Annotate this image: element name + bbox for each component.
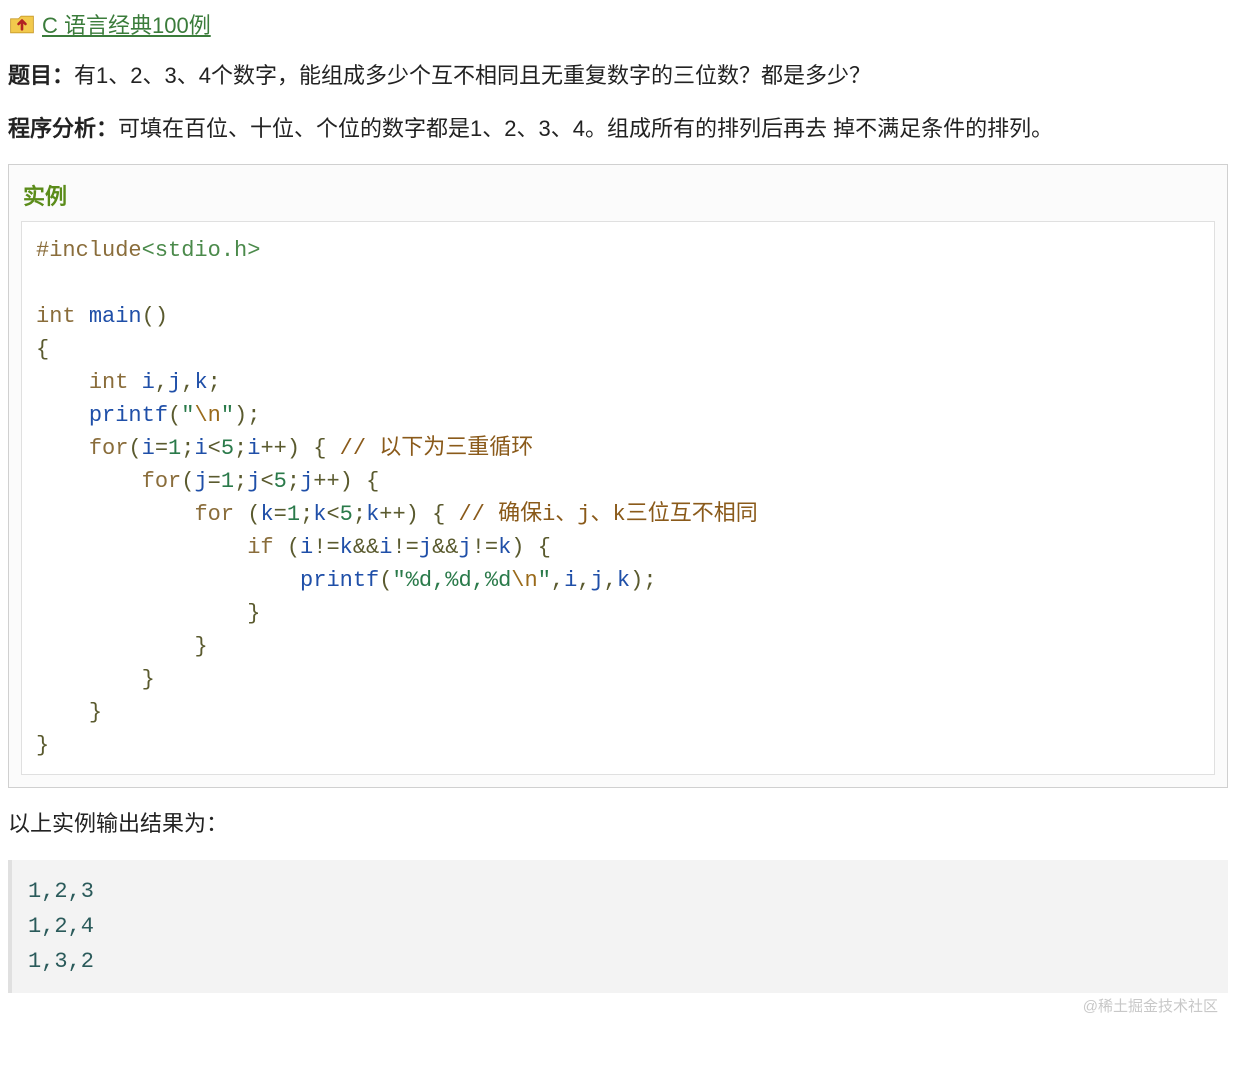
var-i: i — [247, 436, 260, 461]
analysis-text: 可填在百位、十位、个位的数字都是1、2、3、4。组成所有的排列后再去 掉不满足条… — [118, 116, 1053, 141]
str-close: " — [221, 403, 234, 428]
var-k: k — [498, 535, 511, 560]
tok-include: #include — [36, 238, 142, 263]
num-5: 5 — [274, 469, 287, 494]
var-k: k — [617, 568, 630, 593]
tok-printf: printf — [89, 403, 168, 428]
str-fmt-open: "%d,%d,%d — [392, 568, 511, 593]
tok-header: <stdio.h> — [142, 238, 261, 263]
analysis-section: 程序分析：可填在百位、十位、个位的数字都是1、2、3、4。组成所有的排列后再去 … — [8, 111, 1228, 146]
nav-link-c100[interactable]: C 语言经典100例 — [42, 8, 211, 40]
output-line: 1,3,2 — [28, 949, 94, 974]
num-1: 1 — [168, 436, 181, 461]
output-line: 1,2,3 — [28, 879, 94, 904]
breadcrumb: C 语言经典100例 — [8, 8, 1228, 40]
comment-2: // 确保i、j、k三位互不相同 — [459, 502, 758, 527]
str-esc: \n — [194, 403, 220, 428]
var-k: k — [366, 502, 379, 527]
var-j: j — [419, 535, 432, 560]
var-i: i — [564, 568, 577, 593]
str-open: " — [181, 403, 194, 428]
tok-int: int — [36, 304, 76, 329]
num-1: 1 — [287, 502, 300, 527]
tok-if: if — [247, 535, 273, 560]
folder-up-icon — [8, 10, 36, 38]
output-label: 以上实例输出结果为： — [8, 806, 1228, 841]
str-fmt-close: " — [538, 568, 551, 593]
problem-text: 有1、2、3、4个数字，能组成多少个互不相同且无重复数字的三位数？都是多少？ — [74, 63, 871, 88]
var-k: k — [340, 535, 353, 560]
tok-printf: printf — [300, 568, 379, 593]
var-i: i — [142, 370, 155, 395]
var-i: i — [142, 436, 155, 461]
num-1: 1 — [221, 469, 234, 494]
num-5: 5 — [340, 502, 353, 527]
output-block: 1,2,3 1,2,4 1,3,2 — [8, 860, 1228, 994]
var-i: i — [379, 535, 392, 560]
example-title: 实例 — [23, 179, 1215, 211]
comment-1: // 以下为三重循环 — [340, 436, 534, 461]
analysis-label: 程序分析： — [8, 116, 118, 141]
problem-section: 题目：有1、2、3、4个数字，能组成多少个互不相同且无重复数字的三位数？都是多少… — [8, 58, 1228, 93]
var-j: j — [194, 469, 207, 494]
var-j: j — [458, 535, 471, 560]
code-block: #include<stdio.h> int main() { int i,j,k… — [21, 221, 1215, 775]
tok-for: for — [142, 469, 182, 494]
str-fmt-esc: \n — [511, 568, 537, 593]
tok-main: main — [89, 304, 142, 329]
var-i: i — [300, 535, 313, 560]
tok-for: for — [194, 502, 234, 527]
watermark: @稀土掘金技术社区 — [1083, 995, 1218, 1016]
var-k: k — [194, 370, 207, 395]
var-i: i — [194, 436, 207, 461]
var-j: j — [168, 370, 181, 395]
output-line: 1,2,4 — [28, 914, 94, 939]
tok-for: for — [89, 436, 129, 461]
tok-int: int — [89, 370, 129, 395]
var-j: j — [247, 469, 260, 494]
var-j: j — [591, 568, 604, 593]
var-k: k — [313, 502, 326, 527]
var-k: k — [260, 502, 273, 527]
var-j: j — [300, 469, 313, 494]
example-panel: 实例 #include<stdio.h> int main() { int i,… — [8, 164, 1228, 788]
problem-label: 题目： — [8, 63, 74, 88]
num-5: 5 — [221, 436, 234, 461]
